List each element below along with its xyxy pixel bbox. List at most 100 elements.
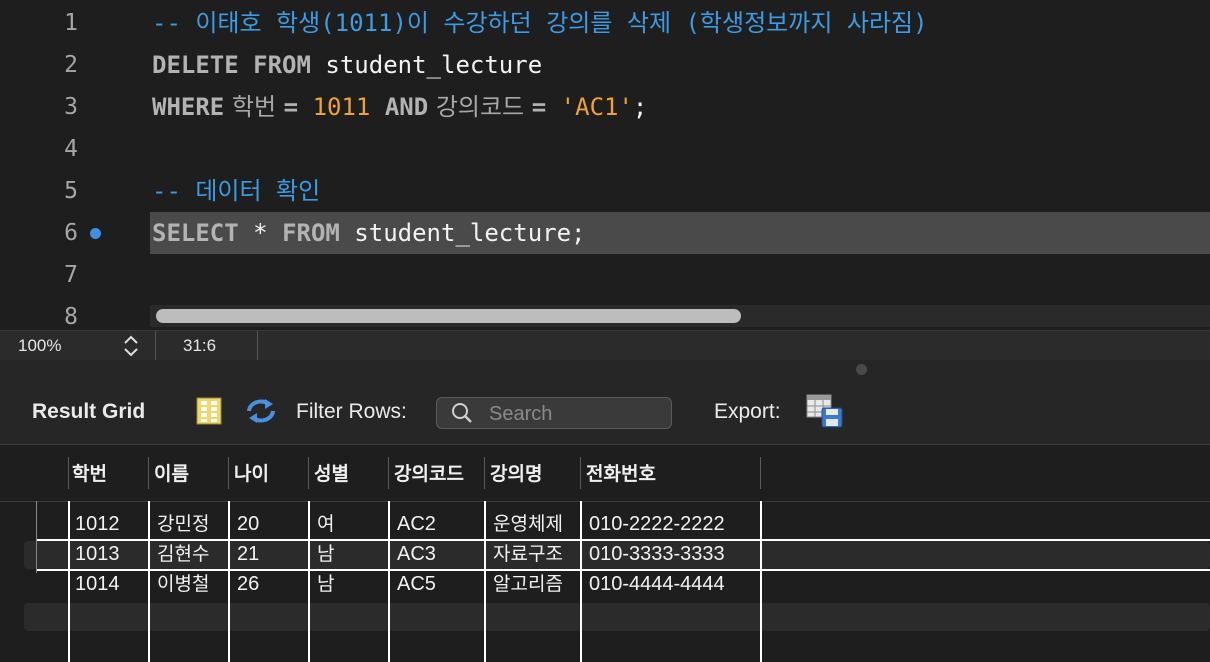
table-cell[interactable]: AC2 [397, 511, 436, 537]
table-cell[interactable]: 1013 [75, 541, 120, 567]
column-divider[interactable] [68, 457, 69, 489]
grid-line [388, 501, 390, 662]
zoom-stepper-icon[interactable] [120, 334, 142, 358]
current-statement-marker-icon [90, 228, 101, 239]
column-header[interactable]: 학번 [72, 459, 107, 486]
status-divider [257, 331, 258, 361]
code-token: = [531, 93, 547, 121]
table-cell[interactable]: 20 [237, 511, 259, 537]
table-cell[interactable]: 강민정 [157, 511, 209, 537]
code-text: DELETE FROM student_lecture [152, 44, 542, 86]
column-divider[interactable] [484, 457, 485, 489]
table-cell[interactable]: 자료구조 [493, 541, 563, 567]
scrollbar-thumb[interactable] [156, 309, 741, 323]
column-header[interactable]: 이름 [154, 459, 189, 486]
table-cell[interactable]: 1014 [75, 571, 120, 597]
code-token: SELECT [152, 219, 239, 247]
grid-line [228, 501, 230, 662]
code-line[interactable]: 6 SELECT * FROM student_lecture; [0, 212, 1210, 254]
code-token: student_lecture; [339, 219, 586, 247]
table-cell[interactable]: 21 [237, 541, 259, 567]
column-header[interactable]: 전화번호 [586, 459, 656, 486]
column-header[interactable]: 강의명 [490, 459, 542, 486]
code-line[interactable]: 3 WHERE 학번 = 1011 AND 강의코드 = 'AC1'; [0, 86, 1210, 128]
export-label: Export: [714, 400, 781, 423]
table-cell[interactable]: 남 [317, 571, 334, 597]
code-line[interactable]: 7 [0, 254, 1210, 296]
line-number: 7 [64, 262, 78, 288]
code-token: 1011 [312, 93, 371, 121]
row-stripe [24, 603, 1210, 631]
column-divider[interactable] [580, 457, 581, 489]
table-cell[interactable]: 김현수 [157, 541, 209, 567]
line-number: 5 [64, 178, 78, 204]
line-number: 1 [64, 10, 78, 36]
column-divider[interactable] [148, 457, 149, 489]
search-input[interactable] [487, 400, 666, 428]
column-header[interactable]: 강의코드 [394, 459, 464, 486]
line-number: 6 [64, 220, 78, 246]
table-cell[interactable]: 운영체제 [493, 511, 563, 537]
cursor-position: 31:6 [183, 336, 217, 355]
grid-view-icon[interactable] [196, 397, 222, 425]
code-token: -- 데이터 확인 [152, 177, 321, 205]
table-cell[interactable]: 26 [237, 571, 259, 597]
column-divider[interactable] [228, 457, 229, 489]
code-token: ; [632, 93, 648, 121]
grid-line [308, 501, 310, 662]
code-line[interactable]: 4 [0, 128, 1210, 170]
code-token: FROM [282, 219, 340, 247]
editor-horizontal-scrollbar[interactable] [150, 305, 1210, 327]
filter-rows-label: Filter Rows: [296, 400, 407, 423]
zoom-level: 100% [18, 336, 62, 355]
refresh-icon[interactable] [245, 397, 277, 425]
column-divider[interactable] [308, 457, 309, 489]
grid-line [484, 501, 486, 662]
sql-editor[interactable]: 1 -- 이태호 학생(1011)이 수강하던 강의를 삭제 (학생정보까지 사라… [0, 0, 1210, 330]
table-cell[interactable]: AC5 [397, 571, 436, 597]
table-cell[interactable]: 010-2222-2222 [589, 511, 725, 537]
editor-status-bar: 100% 31:6 [0, 330, 1210, 361]
code-token: student_lecture [310, 51, 543, 79]
result-toolbar: Result Grid Filter Rows: Export: [0, 378, 1210, 445]
table-cell[interactable]: 010-4444-4444 [589, 571, 725, 597]
table-cell[interactable]: 010-3333-3333 [589, 541, 725, 567]
table-cell[interactable]: AC3 [397, 541, 436, 567]
column-divider[interactable] [760, 457, 761, 489]
column-header[interactable]: 성별 [314, 459, 349, 486]
code-token: * [238, 219, 283, 247]
table-cell[interactable]: 이병철 [157, 571, 209, 597]
column-header[interactable]: 나이 [234, 459, 269, 486]
panel-splitter[interactable] [0, 360, 1210, 378]
line-number: 3 [64, 94, 78, 120]
code-token: -- 이태호 학생(1011)이 수강하던 강의를 삭제 (학생정보까지 사라짐… [152, 9, 928, 37]
grid-line [36, 569, 1210, 571]
code-text: -- 이태호 학생(1011)이 수강하던 강의를 삭제 (학생정보까지 사라짐… [152, 2, 928, 44]
grid-line [36, 539, 1210, 541]
table-cell[interactable]: 1012 [75, 511, 120, 537]
row-gutter-line [36, 501, 37, 573]
table-cell[interactable]: 여 [317, 511, 334, 537]
table-cell[interactable]: 알고리즘 [493, 571, 563, 597]
code-line[interactable]: 1 -- 이태호 학생(1011)이 수강하던 강의를 삭제 (학생정보까지 사라… [0, 2, 1210, 44]
code-text: SELECT * FROM student_lecture; [152, 212, 586, 254]
search-icon [452, 403, 472, 423]
splitter-handle[interactable] [856, 364, 867, 375]
export-icon[interactable] [806, 394, 844, 428]
grid-line [580, 501, 582, 662]
grid-header: 학번 이름 나이 성별 강의코드 강의명 전화번호 [0, 445, 1210, 502]
code-line[interactable]: 5 -- 데이터 확인 [0, 170, 1210, 212]
code-token: AND [384, 93, 429, 121]
column-divider[interactable] [388, 457, 389, 489]
table-cell[interactable]: 남 [317, 541, 334, 567]
code-line[interactable]: 2 DELETE FROM student_lecture [0, 44, 1210, 86]
filter-search-box[interactable] [436, 397, 672, 429]
grid-line [68, 501, 70, 662]
code-token: = [283, 93, 299, 121]
line-number: 4 [64, 136, 78, 162]
result-grid-tab[interactable]: Result Grid [32, 400, 145, 424]
result-grid[interactable]: 학번 이름 나이 성별 강의코드 강의명 전화번호 1012 강민정 20 여 AC2 운영체제 010… [0, 445, 1210, 662]
line-number: 2 [64, 52, 78, 78]
